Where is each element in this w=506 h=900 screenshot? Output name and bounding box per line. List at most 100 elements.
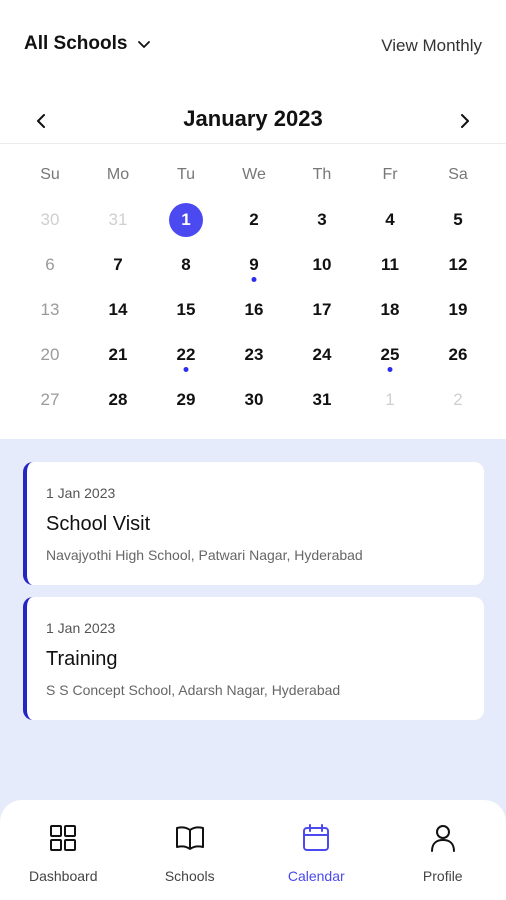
calendar-day-number: 14 [108,299,128,319]
calendar-week-row: 6 7 8 9 10 11 12 [16,242,492,287]
event-title: School Visit [46,513,151,535]
calendar-day-number: 4 [385,209,395,229]
calendar-day[interactable]: 28 [84,377,152,422]
calendar-day-number: 10 [312,254,332,274]
event-location: Navajyothi High School, Patwari Nagar, H… [46,547,363,563]
month-title: January 2023 [183,106,323,131]
calendar-day[interactable]: 30 [220,377,288,422]
book-icon [175,826,204,850]
calendar-day[interactable]: 1 [356,377,424,422]
calendar-day-number: 8 [181,254,191,274]
event-location: S S Concept School, Adarsh Nagar, Hydera… [46,682,341,698]
calendar-day-number: 9 [249,254,259,274]
calendar-day-number: 17 [312,299,332,319]
calendar-day-number: 31 [312,389,332,409]
calendar-day[interactable]: 22 [152,332,220,377]
calendar-day[interactable]: 30 [16,197,84,242]
calendar-day[interactable]: 26 [424,332,492,377]
calendar-day-number: 19 [448,299,468,319]
nav-dashboard-label: Dashboard [29,868,98,884]
calendar-day-number: 31 [108,209,128,229]
calendar-day[interactable]: 29 [152,377,220,422]
calendar-day-number: 16 [244,299,264,319]
event-indicator-dot [251,277,257,282]
calendar-day[interactable]: 16 [220,287,288,332]
weekday-label: We [242,165,266,183]
nav-schools[interactable]: Schools [127,800,254,900]
view-monthly-toggle[interactable]: View Monthly [381,36,482,56]
calendar-day-number: 3 [317,209,327,229]
calendar-week-row: 13 14 15 16 17 18 19 [16,287,492,332]
calendar-day-number: 22 [176,344,196,364]
calendar-day-number: 27 [40,389,60,409]
calendar-day[interactable]: 31 [84,197,152,242]
calendar-day-number: 29 [176,389,196,409]
calendar-day[interactable]: 18 [356,287,424,332]
calendar-day-number: 7 [113,254,123,274]
school-filter-label: All Schools [24,33,128,54]
weekday-label: Su [40,165,60,183]
calendar-day[interactable]: 4 [356,197,424,242]
next-month-button[interactable] [450,106,480,136]
calendar-day-number: 30 [40,209,60,229]
calendar-day[interactable]: 15 [152,287,220,332]
calendar-day-number: 20 [40,344,60,364]
calendar-day[interactable]: 9 [220,242,288,287]
calendar-day[interactable]: 24 [288,332,356,377]
nav-calendar-label: Calendar [287,868,345,884]
nav-dashboard[interactable]: Dashboard [0,800,127,900]
bottom-navigation: Dashboard Schools Calendar Profile [0,800,506,900]
event-card[interactable]: 1 Jan 2023 School Visit Navajyothi High … [23,462,484,585]
calendar-day-number: 23 [244,344,264,364]
calendar-day[interactable]: 11 [356,242,424,287]
calendar-day[interactable]: 27 [16,377,84,422]
event-date: 1 Jan 2023 [46,485,116,501]
calendar-week-row: 27 28 29 30 31 1 2 [16,377,492,422]
calendar-day[interactable]: 20 [16,332,84,377]
calendar-day[interactable]: 13 [16,287,84,332]
calendar-day[interactable]: 3 [288,197,356,242]
profile-icon [430,825,455,852]
calendar-day[interactable]: 31 [288,377,356,422]
calendar-day[interactable]: 17 [288,287,356,332]
nav-profile[interactable]: Profile [380,800,506,900]
event-card[interactable]: 1 Jan 2023 Training S S Concept School, … [23,597,484,720]
calendar-day[interactable]: 2 [424,377,492,422]
calendar-day[interactable]: 1 [152,197,220,242]
calendar-day[interactable]: 10 [288,242,356,287]
calendar-day[interactable]: 2 [220,197,288,242]
weekday-header: Su Mo Tu We Th Fr Sa [16,152,492,197]
calendar-day-number: 12 [448,254,468,274]
chevron-down-icon [138,41,151,48]
event-title: Training [46,648,118,670]
weekday-label: Th [312,165,332,183]
calendar-week-row: 20 21 22 23 24 25 26 [16,332,492,377]
calendar-day-number: 2 [249,209,259,229]
calendar-grid: Su Mo Tu We Th Fr Sa 30 31 1 2 3 4 5 6 7 8 9 10 11 12 13 14 15… [16,152,492,422]
calendar-day-number: 26 [448,344,468,364]
top-bar: All Schools View Monthly [0,0,506,92]
calendar-day-number: 25 [380,344,400,364]
nav-schools-label: Schools [164,868,215,884]
month-navigation: January 2023 [0,98,506,144]
calendar-day[interactable]: 12 [424,242,492,287]
calendar-day-number: 6 [45,254,55,274]
calendar-day-number: 5 [453,209,463,229]
nav-calendar[interactable]: Calendar [253,800,380,900]
calendar-day[interactable]: 5 [424,197,492,242]
calendar-day-number: 1 [385,389,395,409]
calendar-week-row: 30 31 1 2 3 4 5 [16,197,492,242]
weekday-label: Tu [176,165,196,183]
calendar-day[interactable]: 23 [220,332,288,377]
calendar-day[interactable]: 14 [84,287,152,332]
calendar-day[interactable]: 7 [84,242,152,287]
school-filter-dropdown[interactable]: All Schools [24,33,151,55]
calendar-day[interactable]: 19 [424,287,492,332]
calendar-day[interactable]: 21 [84,332,152,377]
calendar-day[interactable]: 8 [152,242,220,287]
calendar-day-number: 1 [181,209,191,229]
calendar-day[interactable]: 25 [356,332,424,377]
weekday-label: Mo [106,165,130,183]
event-indicator-dot [183,367,189,372]
calendar-day[interactable]: 6 [16,242,84,287]
